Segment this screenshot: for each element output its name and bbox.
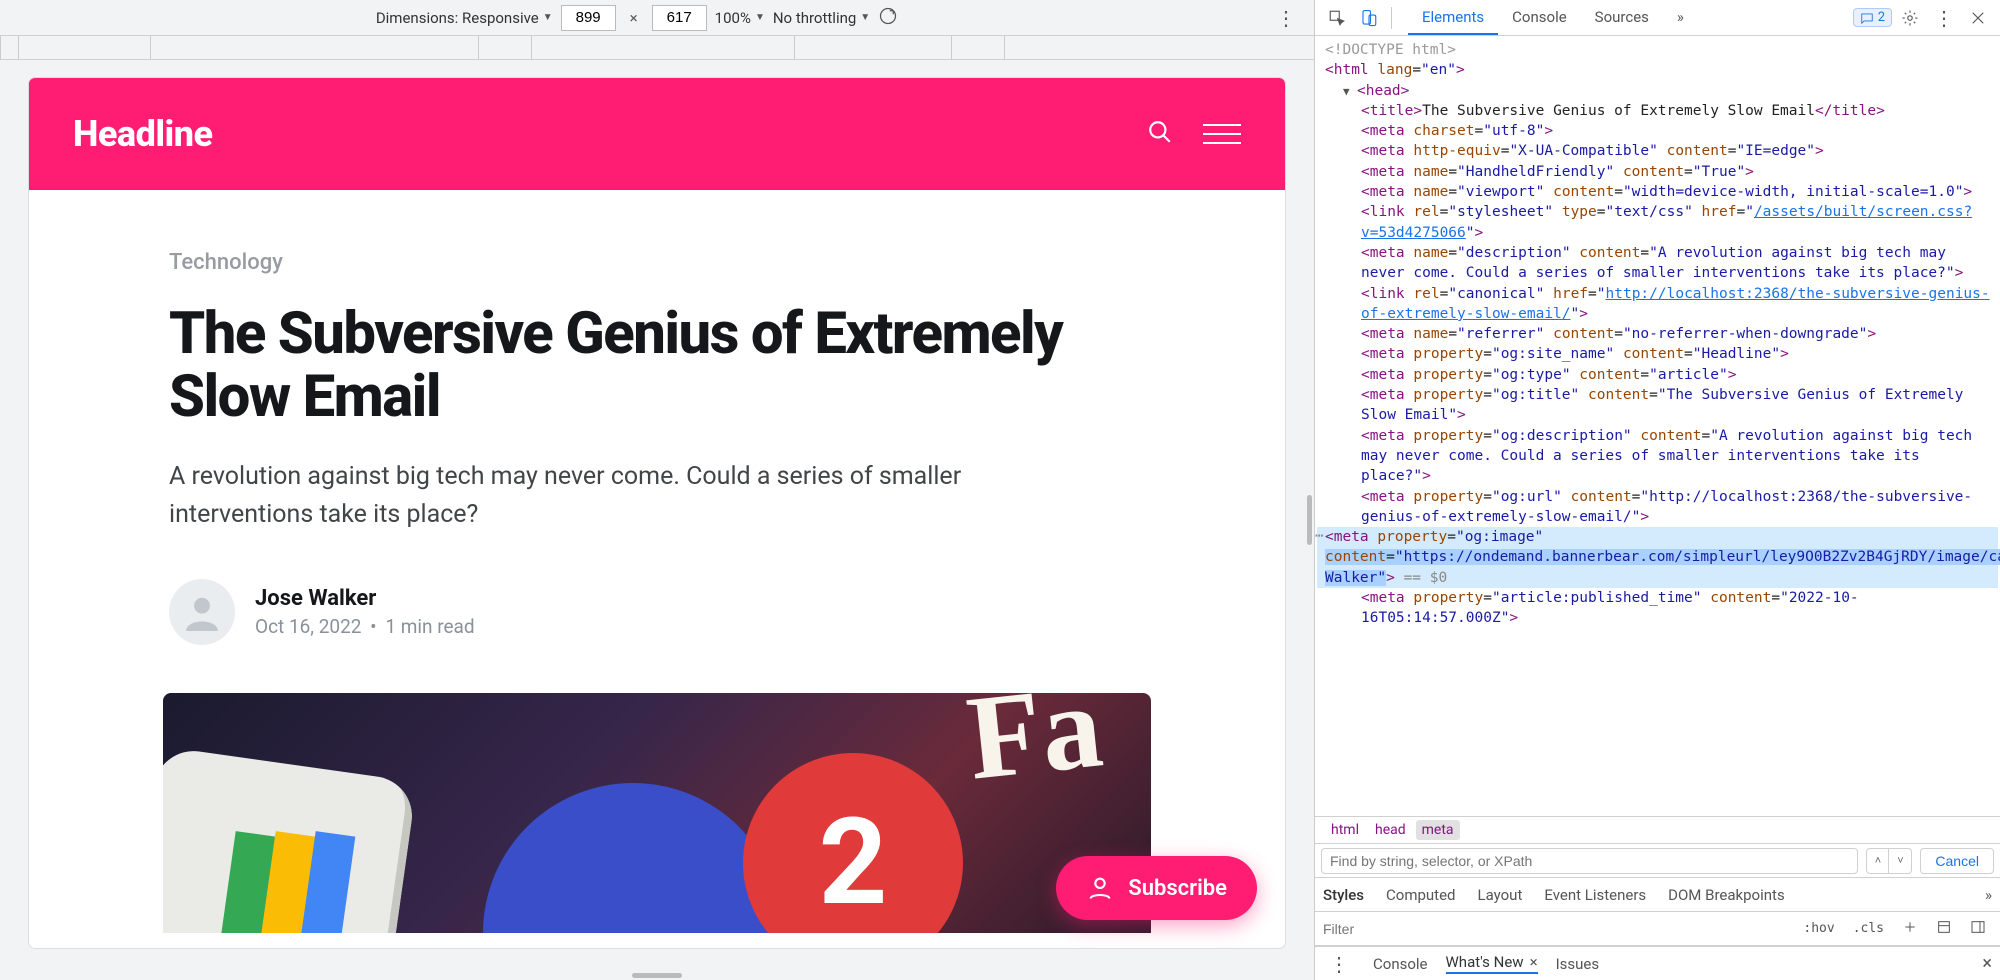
horizontal-resize-handle[interactable]: [1307, 495, 1312, 545]
article-category[interactable]: Technology: [169, 250, 1145, 275]
responsive-ruler: [0, 36, 1314, 60]
article-meta: Oct 16, 2022 • 1 min read: [255, 615, 475, 638]
throttling-dropdown[interactable]: No throttling ▼: [773, 9, 870, 27]
crumb-head[interactable]: head: [1369, 820, 1412, 840]
article-body: Technology The Subversive Genius of Extr…: [29, 190, 1285, 948]
crumb-meta[interactable]: meta: [1416, 820, 1460, 840]
elements-search-bar: ˄ ˅ Cancel: [1315, 844, 2000, 878]
crumb-html[interactable]: html: [1325, 820, 1365, 840]
avatar[interactable]: [169, 579, 235, 645]
drawer-more-icon[interactable]: ⋮: [1323, 952, 1355, 976]
tab-console[interactable]: Console: [1498, 0, 1581, 35]
hov-toggle[interactable]: :hov: [1797, 919, 1840, 938]
breadcrumbs-bar: html head meta: [1315, 816, 2000, 844]
close-devtools-icon[interactable]: [1964, 4, 1992, 32]
search-prev-icon[interactable]: ˄: [1867, 849, 1889, 873]
issues-badge[interactable]: 2: [1853, 8, 1892, 27]
cls-toggle[interactable]: .cls: [1847, 919, 1890, 938]
console-drawer-tabs: ⋮ Console What's New × Issues ×: [1315, 946, 2000, 980]
new-style-rule-icon[interactable]: [1896, 917, 1924, 941]
author-row: Jose Walker Oct 16, 2022 • 1 min read: [169, 579, 1145, 645]
devtools-pane: Elements Console Sources » 2 ⋮ <!DOCTYPE…: [1315, 0, 2000, 980]
tab-event-listeners[interactable]: Event Listeners: [1544, 886, 1646, 904]
dimensions-label: Dimensions: Responsive: [376, 9, 539, 27]
times-label: ×: [624, 9, 644, 27]
article-hero-image: 2 Fa: [163, 693, 1151, 933]
site-logo[interactable]: Headline: [73, 113, 213, 155]
search-cancel-button[interactable]: Cancel: [1920, 848, 1994, 874]
computed-sidebar-icon[interactable]: [1930, 917, 1958, 941]
styles-filter-bar: :hov .cls: [1315, 912, 2000, 946]
dimensions-dropdown[interactable]: Dimensions: Responsive ▼: [376, 9, 553, 27]
subscribe-button[interactable]: Subscribe: [1056, 856, 1257, 920]
chevron-down-icon: ▼: [543, 12, 553, 23]
search-next-icon[interactable]: ˅: [1889, 849, 1911, 873]
toggle-device-toolbar-icon[interactable]: [1355, 4, 1383, 32]
elements-search-input[interactable]: [1321, 848, 1858, 874]
styles-filter-input[interactable]: [1323, 912, 1791, 945]
elements-tree[interactable]: <!DOCTYPE html><html lang="en">▼<head><t…: [1315, 36, 2000, 816]
gear-icon[interactable]: [1896, 4, 1924, 32]
vertical-resize-handle[interactable]: [632, 973, 682, 978]
article-excerpt: A revolution against big tech may never …: [169, 458, 1049, 533]
tab-layout[interactable]: Layout: [1478, 886, 1523, 904]
inspect-element-icon[interactable]: [1323, 4, 1351, 32]
close-icon[interactable]: ×: [1530, 953, 1538, 971]
tab-dom-breakpoints[interactable]: DOM Breakpoints: [1668, 886, 1785, 904]
height-input[interactable]: [652, 5, 707, 31]
drawer-tab-issues[interactable]: Issues: [1556, 955, 1600, 973]
drawer-tab-console[interactable]: Console: [1373, 955, 1428, 973]
rotate-icon[interactable]: [878, 6, 898, 30]
device-viewport: Headline Technology The Subversive Geniu…: [0, 60, 1314, 980]
tab-styles[interactable]: Styles: [1323, 886, 1364, 904]
tab-sources[interactable]: Sources: [1581, 0, 1663, 35]
search-nav: ˄ ˅: [1866, 848, 1912, 874]
tab-computed[interactable]: Computed: [1386, 886, 1456, 904]
rendered-page-frame: Headline Technology The Subversive Geniu…: [29, 78, 1285, 948]
chevron-down-icon: ▼: [860, 12, 870, 23]
devtools-toolbar: Elements Console Sources » 2 ⋮: [1315, 0, 2000, 36]
width-input[interactable]: [561, 5, 616, 31]
tab-elements[interactable]: Elements: [1408, 0, 1498, 35]
author-name[interactable]: Jose Walker: [255, 586, 475, 611]
more-options-icon[interactable]: ⋮: [1270, 6, 1302, 30]
close-drawer-icon[interactable]: ×: [1982, 953, 1992, 974]
styles-tabs: Styles Computed Layout Event Listeners D…: [1315, 878, 2000, 912]
chevron-down-icon: ▼: [755, 12, 765, 23]
zoom-dropdown[interactable]: 100% ▼: [715, 9, 765, 27]
drawer-tab-whatsnew[interactable]: What's New ×: [1446, 953, 1538, 974]
search-icon[interactable]: [1147, 119, 1173, 149]
styles-tabs-overflow-icon[interactable]: »: [1985, 886, 1992, 904]
article-title: The Subversive Genius of Extremely Slow …: [169, 303, 1145, 428]
site-header: Headline: [29, 78, 1285, 190]
device-toolbar: Dimensions: Responsive ▼ × 100% ▼ No thr…: [0, 0, 1314, 36]
devtools-more-icon[interactable]: ⋮: [1928, 6, 1960, 30]
tabs-overflow-icon[interactable]: »: [1663, 0, 1698, 35]
hamburger-menu-icon[interactable]: [1203, 124, 1241, 144]
toggle-sidebar-icon[interactable]: [1964, 917, 1992, 941]
